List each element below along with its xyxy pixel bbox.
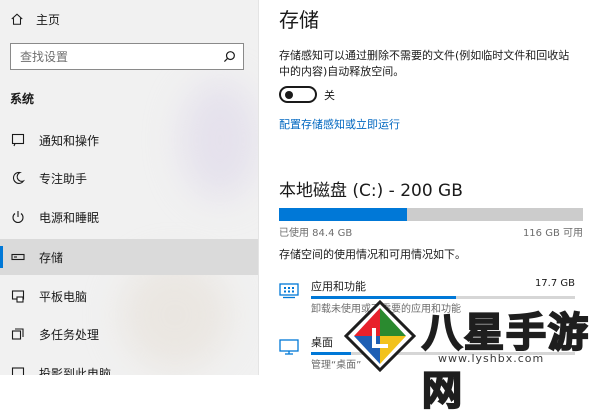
power-icon [10,209,26,225]
sidebar-item-label: 平板电脑 [39,289,88,304]
usage-description: 存储空间的使用情况和可用情况如下。 [279,248,466,261]
storage-sense-description: 存储感知可以通过删除不需要的文件(例如临时文件和回收站中的内容)自动释放空间。 [279,49,570,78]
background-blur [120,260,230,370]
storage-sense-toggle[interactable] [279,86,317,103]
sidebar-item-label: 投影到此电脑 [39,366,112,376]
home-label: 主页 [36,12,61,27]
sidebar-item-label: 多任务处理 [39,327,100,342]
sidebar-item-multitasking[interactable]: 多任务处理 [0,316,258,352]
multitask-icon [10,326,26,342]
sidebar-item-label: 存储 [39,250,64,265]
disk-usage-fill [279,208,408,221]
category-name: 桌面 [311,336,333,349]
storage-icon [10,249,26,265]
notification-icon [10,132,26,148]
disk-available-label: 116 GB 可用 [522,228,583,239]
category-name: 应用和功能 [311,280,366,293]
search-input[interactable]: 查找设置 [11,48,223,65]
apps-icon [279,283,299,299]
sidebar-item-label: 专注助手 [39,171,88,186]
sidebar-item-project[interactable]: 投影到此电脑 [0,355,258,375]
disk-usage-bar[interactable] [279,208,583,221]
moon-icon [10,170,26,186]
sidebar-item-label: 通知和操作 [39,133,100,148]
disk-title: 本地磁盘 (C:) - 200 GB [279,181,463,201]
section-title: 系统 [10,92,35,106]
category-size: 17.7 GB [534,278,575,289]
toggle-knob [285,91,293,99]
sidebar-item-focus-assist[interactable]: 专注助手 [0,160,258,196]
sidebar-item-label: 电源和睡眠 [39,210,100,225]
sidebar: 主页 查找设置 系统 通知和操作 专注助手 电源和睡眠 存储 平板电脑 多任务处… [0,0,258,375]
sidebar-item-notifications[interactable]: 通知和操作 [0,122,258,158]
sidebar-item-power-sleep[interactable]: 电源和睡眠 [0,199,258,235]
site-watermark: 八星手游网 www.lyshbx.com [342,296,600,415]
watermark-logo-icon [344,300,416,372]
home-icon [11,13,23,25]
page-title: 存储 [279,8,319,32]
configure-storage-sense-link[interactable]: 配置存储感知或立即运行 [279,116,400,132]
search-icon[interactable] [223,50,236,63]
toggle-state-label: 关 [324,89,335,102]
search-box[interactable]: 查找设置 [10,43,244,70]
sidebar-item-storage[interactable]: 存储 [0,239,258,275]
home-link[interactable]: 主页 [10,8,60,30]
tablet-icon [10,288,26,304]
watermark-url: www.lyshbx.com [438,352,545,365]
sidebar-item-tablet[interactable]: 平板电脑 [0,278,258,314]
desktop-icon [279,339,299,355]
project-icon [10,365,26,375]
disk-used-label: 已使用 84.4 GB [279,228,353,239]
